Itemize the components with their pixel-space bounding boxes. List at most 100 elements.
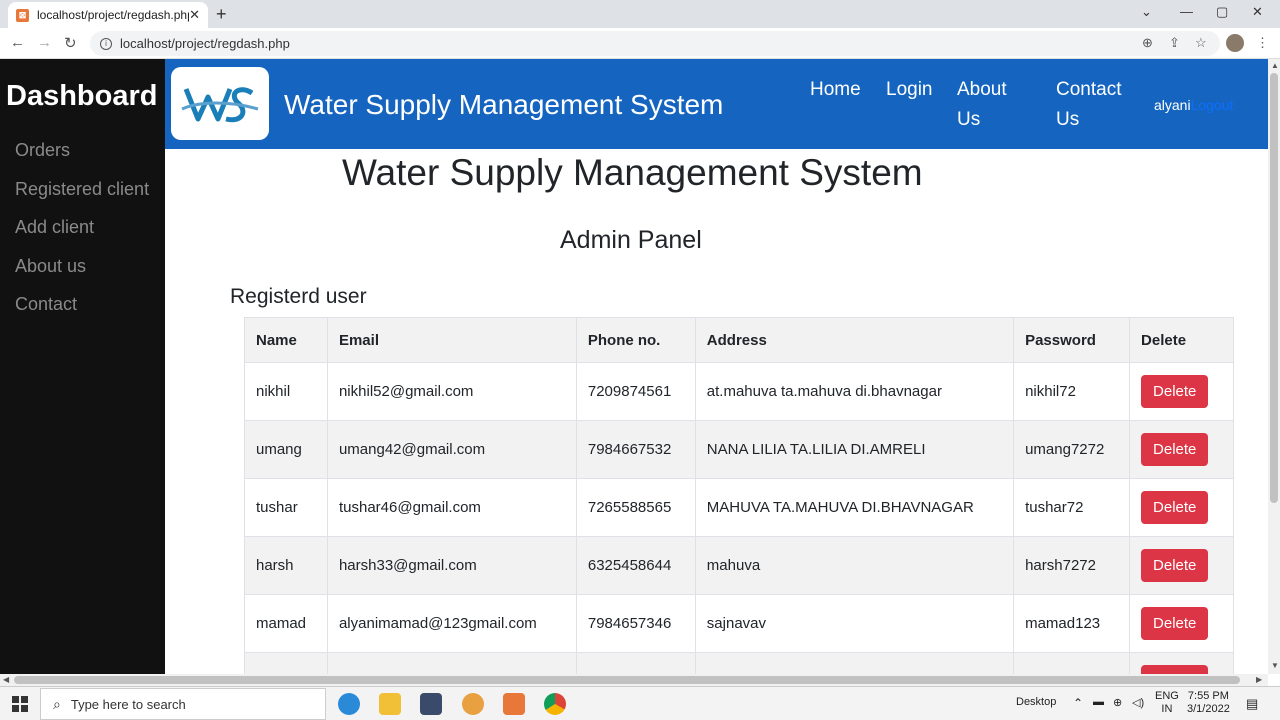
scroll-up-icon[interactable]: ▲ — [1271, 61, 1279, 70]
reload-icon[interactable]: ↻ — [64, 34, 77, 52]
delete-button[interactable]: Delete — [1141, 433, 1209, 466]
back-arrow-icon[interactable]: ← — [10, 34, 25, 51]
horizontal-scroll-thumb[interactable] — [14, 676, 1240, 684]
language-indicator[interactable]: ENG IN — [1155, 690, 1179, 716]
desktop-toolbar-label[interactable]: Desktop — [1016, 696, 1056, 708]
horizontal-scrollbar[interactable]: ◀ ▶ — [0, 674, 1268, 686]
cell-address: MAHUVA TA.MAHUVA DI.BHAVNAGAR — [694, 478, 1015, 537]
taskbar-search-placeholder: Type here to search — [70, 696, 186, 712]
scroll-left-icon[interactable]: ◀ — [3, 675, 9, 684]
cell-phone: 7984657346 — [575, 594, 696, 653]
cell-name: tushar — [244, 478, 328, 537]
browser-tab[interactable]: ⊠ localhost/project/regdash.php ✕ — [8, 2, 208, 28]
user-area: alyaniLogout — [1154, 97, 1233, 113]
share-icon[interactable]: ⇪ — [1169, 35, 1180, 51]
sidebar-item-orders[interactable]: Orders — [15, 140, 70, 161]
logout-link[interactable]: Logout — [1191, 97, 1234, 113]
cell-name: umang — [244, 420, 328, 479]
taskbar-search[interactable]: ⌕ Type here to search — [40, 688, 326, 720]
chrome-icon[interactable] — [544, 693, 566, 715]
column-header-address: Address — [694, 317, 1015, 363]
cell-delete: Delete — [1129, 536, 1234, 595]
site-title: Water Supply Management System — [284, 89, 724, 120]
cell-password: mamad123 — [1013, 594, 1131, 653]
tab-search-chevron-icon[interactable]: ⌄ — [1141, 4, 1152, 20]
file-explorer-icon[interactable] — [379, 693, 401, 715]
sidebar-item-add-client[interactable]: Add client — [15, 217, 94, 238]
page-viewport: Dashboard Orders Registered client Add c… — [0, 59, 1268, 674]
nav-contact-link[interactable]: Contact Us — [1056, 75, 1121, 135]
ws-logo[interactable] — [171, 67, 269, 140]
table-row: tushar tushar46@gmail.com 7265588565 MAH… — [244, 478, 1234, 537]
windows-start-icon[interactable] — [12, 696, 28, 712]
table-row: umang umang42@gmail.com 7984667532 NANA … — [244, 420, 1234, 479]
notification-icon[interactable]: ▤ — [1246, 696, 1258, 712]
close-window-icon[interactable]: ✕ — [1252, 4, 1263, 20]
nav-home-link[interactable]: Home — [810, 75, 861, 105]
edge-icon[interactable] — [338, 693, 360, 715]
nav-contact-line1: Contact — [1056, 79, 1122, 100]
cell-name: mamad — [244, 594, 328, 653]
browser-menu-icon[interactable]: ⋮ — [1256, 35, 1269, 51]
language-line2: IN — [1161, 703, 1173, 715]
table-row: VISHAL vishalkbp12@gmail.com 8787159643 … — [244, 652, 1234, 674]
site-info-icon[interactable]: i — [100, 37, 112, 50]
forward-arrow-icon[interactable]: → — [37, 34, 52, 51]
delete-button[interactable]: Delete — [1141, 549, 1209, 582]
cell-phone: 7984667532 — [575, 420, 696, 479]
nav-about-link[interactable]: About Us — [957, 75, 1007, 135]
xampp-icon[interactable] — [503, 693, 525, 715]
nav-contact-line2: Us — [1056, 109, 1080, 130]
clock-date: 3/1/2022 — [1187, 703, 1230, 715]
cell-email: harsh33@gmail.com — [326, 536, 577, 595]
column-header-email: Email — [326, 317, 577, 363]
bookmark-star-icon[interactable]: ☆ — [1195, 35, 1207, 51]
volume-icon[interactable]: ◁) — [1132, 696, 1144, 709]
table-row: mamad alyanimamad@123gmail.com 798465734… — [244, 594, 1234, 653]
cell-name: nikhil — [244, 362, 328, 421]
vertical-scroll-thumb[interactable] — [1270, 73, 1278, 503]
cell-email: tushar46@gmail.com — [326, 478, 577, 537]
app-icon[interactable] — [420, 693, 442, 715]
network-globe-icon[interactable]: ⊕ — [1113, 696, 1122, 709]
profile-avatar[interactable] — [1226, 34, 1244, 52]
cell-address: NANA LILIA TA.LILIA DI.AMRELI — [694, 420, 1015, 479]
cell-password: VISHAL72 — [1013, 652, 1131, 674]
zoom-icon[interactable]: ⊕ — [1142, 35, 1153, 51]
table-header-row: Name Email Phone no. Address Password De… — [244, 317, 1234, 363]
sidebar-item-registered-client[interactable]: Registered client — [15, 179, 149, 200]
page-title: Water Supply Management System — [342, 152, 923, 193]
cell-email: alyanimamad@123gmail.com — [326, 594, 577, 653]
delete-button[interactable]: Delete — [1141, 491, 1209, 524]
url-text: localhost/project/regdash.php — [120, 36, 290, 51]
sidebar: Dashboard Orders Registered client Add c… — [0, 59, 165, 674]
delete-button[interactable]: Delete — [1141, 607, 1209, 640]
clock[interactable]: 7:55 PM 3/1/2022 — [1187, 690, 1230, 716]
browser-toolbar: ← → ↻ i localhost/project/regdash.php ⊕ … — [0, 28, 1280, 59]
scroll-down-icon[interactable]: ▼ — [1271, 661, 1279, 670]
cell-phone: 6325458644 — [575, 536, 696, 595]
scroll-right-icon[interactable]: ▶ — [1256, 675, 1262, 684]
delete-button[interactable]: Delete — [1141, 665, 1209, 674]
cell-address: in dbal — [694, 652, 1015, 674]
sidebar-item-about-us[interactable]: About us — [15, 256, 86, 277]
cell-phone: 7265588565 — [575, 478, 696, 537]
vertical-scrollbar[interactable]: ▲ ▼ — [1268, 59, 1280, 674]
tray-chevron-icon[interactable]: ⌃ — [1073, 696, 1083, 710]
infinity-app-icon[interactable] — [462, 693, 484, 715]
delete-button[interactable]: Delete — [1141, 375, 1209, 408]
browser-tabstrip: ⊠ localhost/project/regdash.php ✕ + ⌄ — … — [0, 0, 1280, 28]
cell-password: umang7272 — [1013, 420, 1131, 479]
search-icon: ⌕ — [53, 695, 61, 712]
maximize-icon[interactable]: ▢ — [1216, 4, 1228, 20]
minimize-icon[interactable]: — — [1180, 4, 1193, 19]
url-bar[interactable]: i localhost/project/regdash.php — [90, 31, 1220, 56]
column-header-delete: Delete — [1129, 317, 1234, 363]
new-tab-icon[interactable]: + — [216, 4, 227, 25]
nav-login-link[interactable]: Login — [886, 75, 933, 105]
username: alyani — [1154, 97, 1191, 113]
cell-address: sajnavav — [694, 594, 1015, 653]
sidebar-item-contact[interactable]: Contact — [15, 294, 77, 315]
battery-icon[interactable]: ▬ — [1093, 696, 1104, 708]
close-tab-icon[interactable]: ✕ — [189, 7, 200, 23]
